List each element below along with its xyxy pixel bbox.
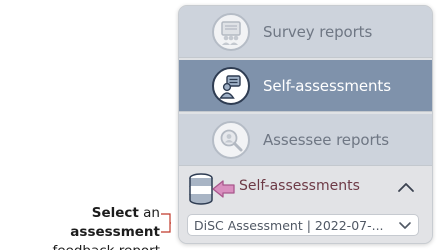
menu-item-label: Survey reports (263, 22, 373, 41)
self-assessments-section: Self-assessments DiSC Assessment | 2022-… (179, 166, 432, 243)
reports-panel: Survey reports Self-assessments Assessee… (0, 0, 437, 250)
database-arrow-icon (189, 173, 235, 205)
chevron-down-icon (399, 222, 411, 229)
instruction-callout: Select an assessment feedback report (0, 204, 160, 250)
select-value: DiSC Assessment | 2022-07-... (194, 218, 384, 233)
menu-item-self-assessments[interactable]: Self-assessments (179, 60, 432, 112)
menu-item-label: Self-assessments (263, 76, 391, 95)
callout-word-assessment: assessment (70, 224, 160, 240)
self-assessments-section-header[interactable]: Self-assessments (179, 166, 432, 210)
section-title: Self-assessments (239, 178, 360, 194)
callout-leader-line (161, 213, 171, 233)
callout-word-select: Select (91, 205, 139, 221)
callout-word-an: an (143, 205, 160, 221)
survey-reports-icon (212, 12, 250, 51)
menu-item-assessee-reports[interactable]: Assessee reports (179, 114, 432, 166)
reports-menu: Survey reports Self-assessments Assessee… (178, 5, 433, 244)
callout-line-2: feedback report (0, 242, 160, 250)
menu-item-survey-reports[interactable]: Survey reports (179, 6, 432, 58)
chevron-up-icon[interactable] (396, 180, 416, 194)
self-assessment-icon (212, 66, 250, 105)
callout-line-1: Select an assessment (0, 204, 160, 242)
menu-item-label: Assessee reports (263, 130, 390, 149)
assessment-report-select[interactable]: DiSC Assessment | 2022-07-... (187, 214, 419, 236)
assessee-search-icon (212, 120, 250, 159)
